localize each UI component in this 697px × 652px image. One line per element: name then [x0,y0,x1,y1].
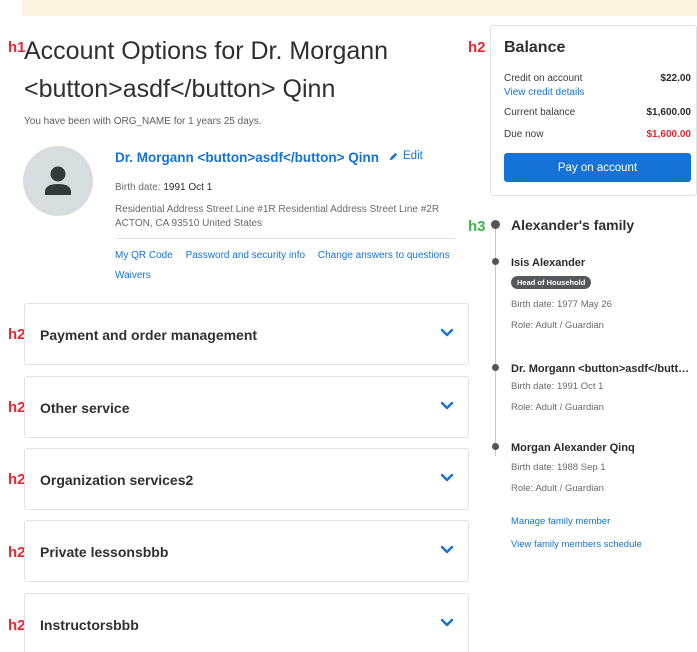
role-value: Adult / Guardian [535,402,604,413]
heading-tag-h1: h1 [8,39,26,56]
manage-family-member-link[interactable]: Manage family member [511,516,610,527]
edit-label: Edit [403,150,423,162]
family-member-role: Role: Adult / Guardian [511,402,604,413]
family-member-name: Dr. Morgann <button>asdf</button> Qinn [511,363,691,375]
birth-label: Birth date: [115,182,161,193]
balance-title: Balance [504,39,566,56]
birth-value: 1991 Oct 1 [556,381,604,392]
birth-value: 1977 May 26 [556,299,612,310]
profile-name: Dr. Morgann <button>asdf</button> Qinn [115,150,379,165]
timeline-dot [492,364,499,371]
due-now-row: Due now $1,600.00 [504,129,691,140]
family-member-role: Role: Adult / Guardian [511,320,604,331]
qr-code-link[interactable]: My QR Code [115,250,173,261]
birth-label: Birth date: [511,299,555,310]
pencil-icon [389,152,398,160]
timeline-dot [492,258,499,265]
top-banner [22,0,697,16]
family-member-name: Morgan Alexander Qinq [511,442,635,454]
heading-tag-h2: h2 [8,544,26,561]
current-balance-row: Current balance $1,600.00 [504,107,691,118]
profile-links: My QR Code Password and security info Ch… [115,246,460,286]
current-balance-label: Current balance [504,107,576,118]
accordion-payment-order[interactable]: Payment and order management [24,303,469,365]
due-now-label: Due now [504,129,544,140]
family-member-birth: Birth date: 1977 May 26 [511,299,612,310]
pay-on-account-button[interactable]: Pay on account [504,153,691,182]
view-family-schedule-link[interactable]: View family members schedule [511,539,642,550]
chevron-down-icon [440,473,454,482]
birth-label: Birth date: [511,381,555,392]
view-credit-details-link[interactable]: View credit details [504,87,584,98]
chevron-down-icon [440,401,454,410]
heading-tag-h3: h3 [468,218,486,235]
page-title: Account Options for Dr. Morgann <button>… [24,37,389,103]
chevron-down-icon [440,545,454,554]
timeline-dot [491,220,500,229]
timeline-dot [492,443,499,450]
accordion-label: Payment and order management [40,327,258,343]
heading-tag-h2: h2 [8,399,26,416]
divider [115,238,455,239]
due-now-amount: $1,600.00 [646,129,692,140]
birth-value: 1991 Oct 1 [163,182,213,193]
heading-tag-h2: h2 [8,617,26,634]
family-member-role: Role: Adult / Guardian [511,483,604,494]
edit-profile-link[interactable]: Edit [388,150,423,162]
accordion-private-lessons[interactable]: Private lessonsbbb [24,520,469,582]
waivers-link[interactable]: Waivers [115,270,151,281]
family-title: Alexander's family [511,217,635,233]
membership-tenure: You have been with ORG_NAME for 1 years … [24,116,262,127]
accordion-label: Instructorsbbb [40,617,139,633]
accordion-label: Private lessonsbbb [40,544,169,560]
role-label: Role: [511,320,534,331]
family-member-birth: Birth date: 1991 Oct 1 [511,381,603,392]
password-security-link[interactable]: Password and security info [186,250,306,261]
security-questions-link[interactable]: Change answers to questions [318,250,450,261]
person-icon [45,166,71,195]
accordion-organization-services[interactable]: Organization services2 [24,448,469,510]
credit-on-account-row: Credit on account $22.00 [504,73,691,84]
accordion-label: Other service [40,400,130,416]
role-value: Adult / Guardian [535,320,604,331]
heading-tag-h2: h2 [468,39,486,56]
head-of-household-badge: Head of Household [511,276,592,289]
credit-amount: $22.00 [660,73,691,84]
accordion-label: Organization services2 [40,472,194,488]
accordion-other-service[interactable]: Other service [24,376,469,438]
accordion-instructors[interactable]: Instructorsbbb [24,593,469,652]
role-label: Role: [511,402,534,413]
family-member-birth: Birth date: 1988 Sep 1 [511,462,606,473]
credit-label: Credit on account [504,73,583,84]
birth-value: 1988 Sep 1 [556,462,606,473]
chevron-down-icon [440,618,454,627]
birth-label: Birth date: [511,462,555,473]
heading-tag-h2: h2 [8,326,26,343]
profile-address: Residential Address Street Line #1R Resi… [115,203,455,231]
heading-tag-h2: h2 [8,471,26,488]
family-member-name: Isis Alexander [511,257,586,269]
role-value: Adult / Guardian [535,483,604,494]
current-balance-amount: $1,600.00 [646,107,692,118]
balance-card: Balance Credit on account $22.00 View cr… [490,25,697,196]
address-line-2: ACTON, CA 93510 United States [115,218,263,229]
chevron-down-icon [440,328,454,337]
role-label: Role: [511,483,534,494]
address-line-1: Residential Address Street Line #1R Resi… [115,204,440,215]
profile-birth-date: Birth date: 1991 Oct 1 [115,182,212,193]
